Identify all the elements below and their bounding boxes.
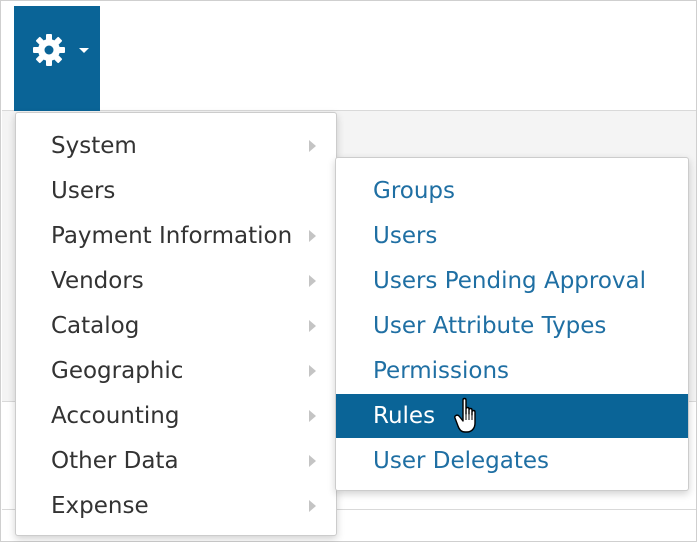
- submenu-item-label: Rules: [373, 403, 436, 429]
- menu-item-label: System: [51, 133, 137, 159]
- menu-item-label: Geographic: [51, 358, 184, 384]
- submenu-item-users[interactable]: Users: [336, 214, 688, 258]
- submenu-item-label: User Attribute Types: [373, 313, 607, 339]
- submenu-item-label: User Delegates: [373, 448, 549, 474]
- submenu-item-groups[interactable]: Groups: [336, 169, 688, 213]
- submenu-item-user-attribute-types[interactable]: User Attribute Types: [336, 304, 688, 348]
- menu-item-users[interactable]: Users: [16, 169, 336, 213]
- menu-item-expense[interactable]: Expense: [16, 484, 336, 528]
- submenu-item-users-pending-approval[interactable]: Users Pending Approval: [336, 259, 688, 303]
- hand-pointer-icon: [454, 397, 476, 433]
- submenu-item-label: Users Pending Approval: [373, 268, 647, 294]
- submenu-item-label: Permissions: [373, 358, 510, 384]
- chevron-right-icon: [309, 275, 316, 287]
- menu-item-accounting[interactable]: Accounting: [16, 394, 336, 438]
- submenu-item-permissions[interactable]: Permissions: [336, 349, 688, 393]
- menu-item-label: Users: [51, 178, 116, 204]
- menu-item-label: Expense: [51, 493, 149, 519]
- header-bar: [2, 2, 696, 110]
- menu-item-label: Vendors: [51, 268, 144, 294]
- submenu-item-user-delegates[interactable]: User Delegates: [336, 439, 688, 483]
- menu-item-geographic[interactable]: Geographic: [16, 349, 336, 393]
- chevron-right-icon: [309, 230, 316, 242]
- settings-menu-button[interactable]: [14, 6, 100, 111]
- submenu-item-label: Groups: [373, 178, 456, 204]
- menu-item-label: Other Data: [51, 448, 179, 474]
- chevron-right-icon: [309, 455, 316, 467]
- menu-item-system[interactable]: System: [16, 124, 336, 168]
- settings-dropdown-menu: System Users Payment Information Vendors…: [15, 112, 337, 536]
- app-frame: System Users Payment Information Vendors…: [0, 0, 697, 542]
- chevron-right-icon: [309, 320, 316, 332]
- menu-item-vendors[interactable]: Vendors: [16, 259, 336, 303]
- chevron-right-icon: [309, 140, 316, 152]
- chevron-right-icon: [309, 410, 316, 422]
- menu-item-label: Catalog: [51, 313, 140, 339]
- users-submenu: Groups Users Users Pending Approval User…: [335, 157, 689, 491]
- menu-item-label: Payment Information: [51, 223, 293, 249]
- submenu-item-label: Users: [373, 223, 438, 249]
- menu-item-label: Accounting: [51, 403, 180, 429]
- chevron-right-icon: [309, 365, 316, 377]
- menu-item-payment-information[interactable]: Payment Information: [16, 214, 336, 258]
- chevron-right-icon: [309, 500, 316, 512]
- caret-down-icon: [79, 48, 89, 53]
- menu-item-catalog[interactable]: Catalog: [16, 304, 336, 348]
- gear-icon: [33, 34, 65, 66]
- submenu-item-rules[interactable]: Rules: [336, 394, 688, 438]
- menu-item-other-data[interactable]: Other Data: [16, 439, 336, 483]
